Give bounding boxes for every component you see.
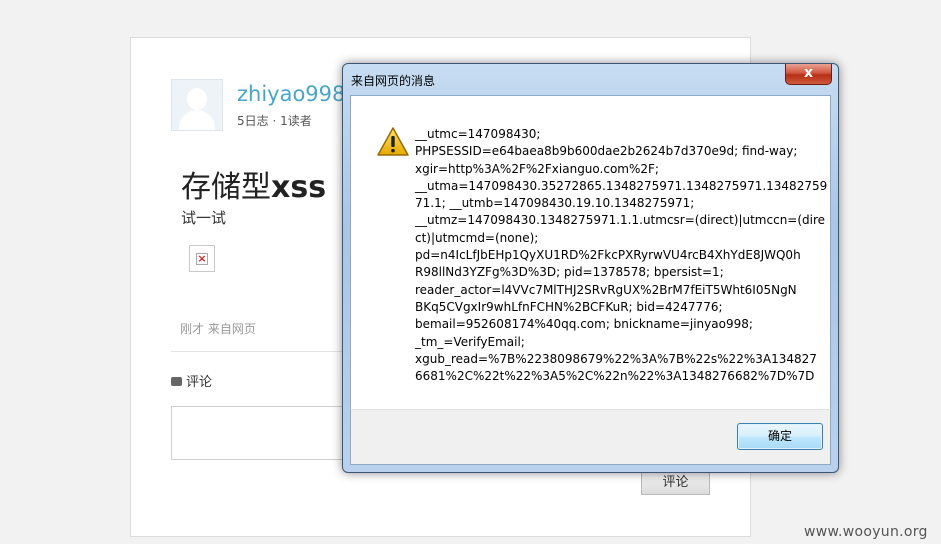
dialog-message-line: 71.1; __utmb=147098430.19.10.1348275971; [415, 196, 695, 211]
post-title: 存储型xss [181, 162, 326, 206]
dialog-message-line: R98llNd3YZFg%3D%3D; pid=1378578; bpersis… [415, 265, 724, 280]
dialog-message-line: 6681%2C%22t%22%3A5%2C%22n%22%3A134827668… [415, 369, 815, 384]
post-title-en: xss [271, 170, 327, 205]
avatar-body-shape [179, 110, 215, 130]
post-body: 试一试 [181, 209, 227, 227]
dialog-message-line: xgir=http%3A%2F%2Fxianguo.com%2F; [415, 161, 659, 176]
dialog-message: __utmc=147098430; PHPSESSID=e64baea8b9b60… [415, 126, 828, 385]
dialog-message-line: pd=n4IcLfJbEHp1QyXU1RD%2FkcPXRyrwVU4rcB4… [415, 248, 801, 263]
post-timestamp: 刚才 来自网页 [180, 322, 256, 336]
dialog-message-line: ct)|utmcmd=(none); [415, 230, 539, 245]
warning-icon [377, 127, 409, 156]
dialog-message-line: _tm_=VerifyEmail; [415, 334, 525, 349]
dialog-message-line: PHPSESSID=e64baea8b9b600dae2b2624b7d370e… [415, 144, 798, 159]
comment-submit-button[interactable]: 评论 [641, 470, 710, 495]
close-icon: x [803, 65, 814, 81]
alert-dialog: 来自网页的消息 x __utmc=147098430; PHPSESSID=e64… [342, 63, 839, 473]
watermark: www.wooyun.org [804, 524, 928, 540]
ok-button[interactable]: 确定 [737, 423, 823, 450]
dialog-message-line: reader_actor=l4VVc7MlTHJ2SRvRgUX%2BrM7fE… [415, 282, 797, 297]
comment-bubble-icon [171, 377, 182, 386]
dialog-title: 来自网页的消息 [351, 74, 436, 88]
comment-input[interactable] [171, 406, 361, 460]
dialog-message-line: xgub_read=%7B%2238098679%22%3A%7B%22s%22… [415, 351, 817, 366]
dialog-content: __utmc=147098430; PHPSESSID=e64baea8b9b60… [350, 95, 831, 409]
broken-image-x: × [196, 252, 208, 265]
comment-heading-label: 评论 [186, 375, 213, 390]
dialog-message-line: __utma=147098430.35272865.1348275971.134… [415, 178, 828, 193]
dialog-titlebar[interactable]: 来自网页的消息 x [343, 64, 838, 95]
dialog-message-line: bemail=952608174%40qq.com; bnickname=jin… [415, 317, 753, 332]
broken-image-icon: × [189, 245, 215, 272]
username-link[interactable]: zhiyao998 [237, 82, 345, 106]
user-stats: 5日志 · 1读者 [237, 114, 312, 128]
post-title-cn: 存储型 [181, 170, 271, 205]
dialog-message-line: __utmc=147098430; [415, 127, 541, 141]
dialog-footer: 确定 [350, 409, 831, 465]
avatar[interactable] [171, 79, 223, 131]
avatar-head-shape [187, 88, 207, 110]
close-button[interactable]: x [785, 64, 832, 85]
comment-heading: 评论 [171, 371, 212, 390]
dialog-message-line: BKq5CVgxIr9whLfnFCHN%2BCFKuR; bid=424777… [415, 299, 723, 314]
dialog-message-line: __utmz=147098430.1348275971.1.1.utmcsr=(… [415, 213, 826, 228]
